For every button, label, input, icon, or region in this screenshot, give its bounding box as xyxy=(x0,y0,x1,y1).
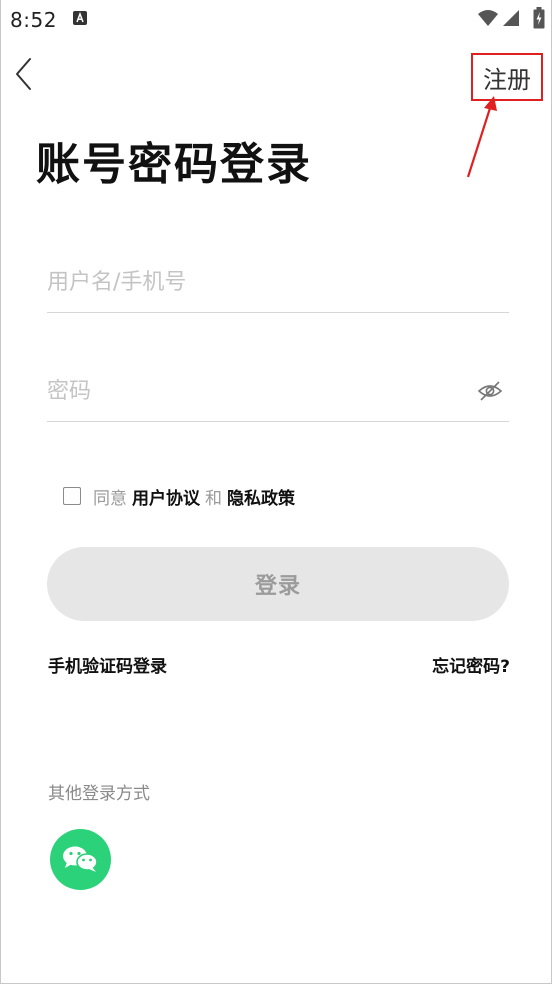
chevron-left-icon xyxy=(12,58,42,96)
eye-off-icon[interactable] xyxy=(477,379,503,403)
signal-icon xyxy=(502,9,520,31)
back-button[interactable] xyxy=(12,56,42,92)
sms-login-link[interactable]: 手机验证码登录 xyxy=(48,652,167,677)
username-input[interactable] xyxy=(47,252,447,312)
login-button[interactable]: 登录 xyxy=(47,547,509,621)
agree-conjunction: 和 xyxy=(205,488,222,509)
register-label: 注册 xyxy=(483,65,531,94)
password-field xyxy=(47,361,509,422)
user-agreement-link[interactable]: 用户协议 xyxy=(132,484,200,509)
agree-checkbox[interactable] xyxy=(63,487,81,505)
privacy-policy-link[interactable]: 隐私政策 xyxy=(227,484,295,509)
status-bar: 8:52 xyxy=(0,0,552,38)
password-input[interactable] xyxy=(47,361,447,421)
battery-charging-icon xyxy=(533,7,545,33)
agreement-row: 同意 用户协议 和 隐私政策 xyxy=(63,484,300,509)
other-login-label: 其他登录方式 xyxy=(48,784,150,804)
forgot-password-link[interactable]: 忘记密码? xyxy=(432,652,510,677)
wechat-login-button[interactable] xyxy=(50,829,111,890)
frame-edge-left xyxy=(0,0,1,984)
text-a-icon xyxy=(73,11,87,25)
annotation-arrow xyxy=(466,96,497,178)
status-time: 8:52 xyxy=(10,8,57,32)
agree-prefix: 同意 xyxy=(93,488,127,509)
login-button-label: 登录 xyxy=(254,574,301,599)
page-title: 账号密码登录 xyxy=(36,139,312,190)
username-field xyxy=(47,252,509,313)
register-button[interactable]: 注册 xyxy=(471,53,543,101)
wifi-icon xyxy=(478,9,498,31)
